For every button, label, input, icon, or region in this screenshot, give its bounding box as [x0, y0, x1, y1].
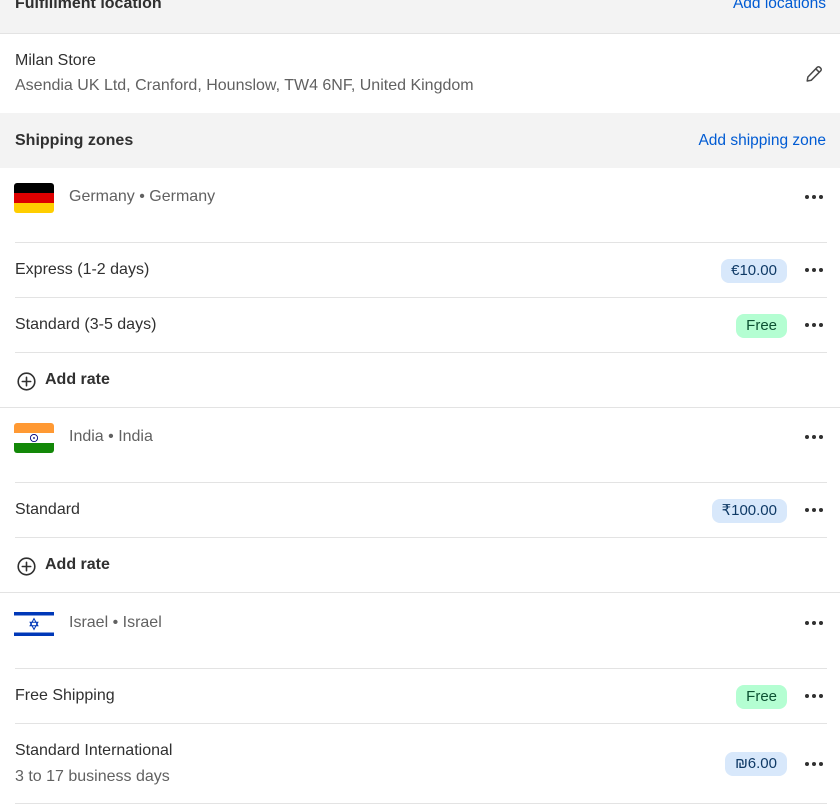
- rate-price-badge: ₪6.00: [725, 752, 787, 776]
- more-horizontal-icon: [805, 762, 823, 766]
- rate-row: Standard ₹100.00: [0, 483, 840, 538]
- location-address: Asendia UK Ltd, Cranford, Hounslow, TW4 …: [15, 77, 474, 94]
- rate-delivery-time: 3 to 17 business days: [15, 768, 170, 785]
- edit-location-button[interactable]: [804, 64, 824, 84]
- rate-row: Free Shipping Free: [0, 669, 840, 724]
- divider: [0, 33, 840, 34]
- more-horizontal-icon: [805, 268, 823, 272]
- add-rate-label: Add rate: [45, 371, 110, 388]
- more-horizontal-icon: [805, 694, 823, 698]
- more-horizontal-icon: [805, 195, 823, 199]
- rate-row: Standard International 3 to 17 business …: [0, 724, 840, 804]
- add-shipping-zone-link[interactable]: Add shipping zone: [698, 132, 826, 150]
- divider: [0, 592, 840, 593]
- rate-price-badge: Free: [736, 314, 787, 338]
- rate-price-badge: Free: [736, 685, 787, 709]
- rate-row: Standard (3-5 days) Free: [0, 298, 840, 353]
- rate-more-button[interactable]: [803, 259, 825, 281]
- add-rate-label: Add rate: [45, 556, 110, 573]
- shipping-settings-page: Fulfillment location Add locations Milan…: [0, 0, 840, 807]
- add-rate-button[interactable]: Add rate: [0, 538, 840, 593]
- rate-more-button[interactable]: [803, 499, 825, 521]
- more-horizontal-icon: [805, 621, 823, 625]
- germany-flag-icon: [14, 183, 54, 213]
- shipping-zones-header: Shipping zones Add shipping zone: [0, 113, 840, 168]
- add-locations-link[interactable]: Add locations: [733, 0, 826, 13]
- rate-more-button[interactable]: [803, 685, 825, 707]
- zone-name: India • India: [69, 428, 153, 445]
- rate-row: Express (1-2 days) €10.00: [0, 243, 840, 298]
- rate-more-button[interactable]: [803, 314, 825, 336]
- divider: [15, 803, 827, 804]
- plus-circle-icon: [17, 372, 36, 391]
- zone-germany: Germany • Germany: [0, 168, 840, 243]
- zone-israel: Israel • Israel: [0, 594, 840, 669]
- rate-name: Standard (3-5 days): [15, 316, 157, 333]
- more-horizontal-icon: [805, 323, 823, 327]
- pencil-icon: [806, 66, 822, 82]
- location-name: Milan Store: [15, 52, 96, 69]
- zone-name: Israel • Israel: [69, 614, 162, 631]
- india-flag-icon: [14, 423, 54, 453]
- fulfillment-location-header: Fulfillment location Add locations: [0, 0, 840, 33]
- rate-price-badge: €10.00: [721, 259, 787, 283]
- zone-name: Germany • Germany: [69, 188, 216, 205]
- location-item: Milan Store Asendia UK Ltd, Cranford, Ho…: [15, 52, 474, 95]
- rate-name: Standard International: [15, 742, 173, 759]
- rate-name: Standard: [15, 501, 80, 518]
- israel-flag-icon: [14, 609, 54, 639]
- plus-circle-icon: [17, 557, 36, 576]
- shipping-zones-title: Shipping zones: [15, 131, 134, 149]
- zone-more-button[interactable]: [803, 612, 825, 634]
- rate-name: Free Shipping: [15, 687, 115, 704]
- rate-price-badge: ₹100.00: [711, 499, 787, 523]
- more-horizontal-icon: [805, 435, 823, 439]
- zone-more-button[interactable]: [803, 426, 825, 448]
- rate-name: Express (1-2 days): [15, 261, 150, 278]
- fulfillment-location-title: Fulfillment location: [15, 0, 162, 12]
- zone-more-button[interactable]: [803, 186, 825, 208]
- rate-more-button[interactable]: [803, 753, 825, 775]
- more-horizontal-icon: [805, 508, 823, 512]
- zone-india: India • India: [0, 408, 840, 483]
- add-rate-button[interactable]: Add rate: [0, 353, 840, 408]
